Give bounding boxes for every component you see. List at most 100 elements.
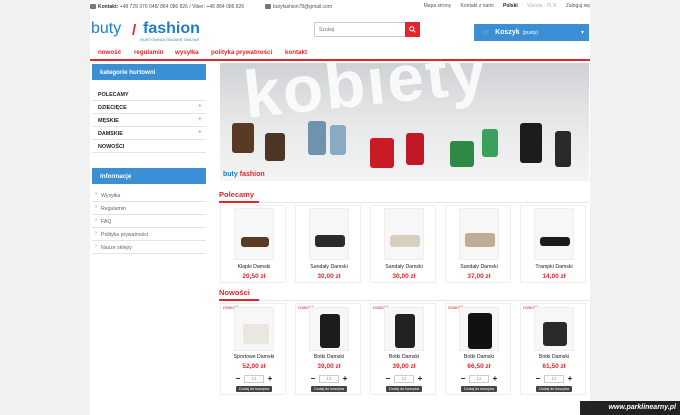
product-name[interactable]: Sandały Damski: [371, 264, 437, 270]
quantity-stepper: −+: [534, 374, 574, 383]
search-button[interactable]: [405, 22, 420, 37]
product-card[interactable]: Trampki Damski 14,00 zł: [520, 205, 586, 283]
product-card[interactable]: nowość Botki Damski 39,00 zł −+ Dodaj do…: [295, 303, 361, 395]
product-card[interactable]: nowość Botki Damski 39,00 zł −+ Dodaj do…: [370, 303, 436, 395]
quantity-input[interactable]: [394, 374, 414, 383]
heel-icon: /: [132, 22, 137, 39]
plus-icon[interactable]: +: [198, 116, 202, 123]
product-name[interactable]: Sandały Damski: [446, 264, 512, 270]
info-item-wysylka[interactable]: Wysyłka: [92, 189, 206, 202]
boot-image: [482, 129, 498, 157]
product-price: 61,50 zł: [542, 363, 566, 370]
product-image[interactable]: [459, 307, 499, 351]
product-name[interactable]: Botki Damski: [296, 354, 362, 360]
product-name[interactable]: Sandały Damski: [296, 264, 362, 270]
info-item-regulamin[interactable]: Regulamin: [92, 202, 206, 215]
product-price: 20,50 zł: [242, 273, 266, 280]
nav-item-polityka[interactable]: polityka prywatności: [211, 49, 272, 56]
product-card[interactable]: nowość Sportowe Damski 52,00 zł −+ Dodaj…: [220, 303, 286, 395]
login-link[interactable]: Zaloguj się: [566, 3, 590, 9]
quantity-input[interactable]: [469, 374, 489, 383]
product-image[interactable]: [309, 208, 349, 260]
add-to-cart-button[interactable]: Dodaj do koszyka: [536, 386, 572, 392]
minus-button[interactable]: −: [234, 374, 242, 383]
top-links: Mapa strony Kontakt z nami Polski Waluta…: [416, 3, 590, 9]
site-logo[interactable]: buty / fashion HURTOWNIA OBUWIE ONLINE: [90, 18, 225, 44]
top-bar: Kontakt: +48 729 376 048/ 884 086 826 / …: [90, 0, 590, 14]
product-image[interactable]: [534, 307, 574, 351]
boot-image: [406, 133, 424, 165]
product-image[interactable]: [384, 208, 424, 260]
nav-item-wysylka[interactable]: wysyłka: [175, 49, 199, 56]
product-card[interactable]: Sandały Damski 30,00 zł: [370, 205, 436, 283]
logo-tagline: HURTOWNIA OBUWIE ONLINE: [140, 38, 200, 42]
info-item-sklepy[interactable]: Nasze sklepy: [92, 241, 206, 254]
search-input[interactable]: [315, 23, 405, 36]
info-item-polityka[interactable]: Polityka prywatności: [92, 228, 206, 241]
minus-button[interactable]: −: [309, 374, 317, 383]
add-to-cart-button[interactable]: Dodaj do koszyka: [236, 386, 272, 392]
plus-button[interactable]: +: [341, 374, 349, 383]
info-item-faq[interactable]: FAQ: [92, 215, 206, 228]
minus-button[interactable]: −: [534, 374, 542, 383]
product-name[interactable]: Trampki Damski: [521, 264, 587, 270]
add-to-cart-button[interactable]: Dodaj do koszyka: [311, 386, 347, 392]
product-image[interactable]: [234, 307, 274, 351]
plus-button[interactable]: +: [491, 374, 499, 383]
product-card[interactable]: nowość Botki Damski 61,50 zł −+ Dodaj do…: [520, 303, 586, 395]
product-image[interactable]: [234, 208, 274, 260]
sitemap-link[interactable]: Mapa strony: [424, 3, 452, 9]
minus-button[interactable]: −: [384, 374, 392, 383]
product-image[interactable]: [459, 208, 499, 260]
boot-image: [330, 125, 346, 155]
category-damskie[interactable]: DAMSKIE +: [92, 127, 206, 140]
add-to-cart-button[interactable]: Dodaj do koszyka: [461, 386, 497, 392]
contact-phones: +48 729 376 048/ 884 086 826 / Viber: +4…: [119, 4, 245, 10]
product-name[interactable]: Botki Damski: [371, 354, 437, 360]
product-price: 52,00 zł: [242, 363, 266, 370]
add-to-cart-button[interactable]: Dodaj do koszyka: [386, 386, 422, 392]
banner-logo-left: buty: [223, 171, 238, 178]
cart-button[interactable]: 🛒 Koszyk (pusty) ▾: [474, 24, 589, 41]
category-meskie[interactable]: MĘSKIE +: [92, 114, 206, 127]
cart-icon: 🛒: [482, 29, 491, 37]
product-name[interactable]: Klapki Damski: [221, 264, 287, 270]
product-price: 30,00 zł: [392, 273, 416, 280]
minus-button[interactable]: −: [459, 374, 467, 383]
nav-item-nowosc[interactable]: nowość: [98, 49, 121, 56]
product-card[interactable]: Klapki Damski 20,50 zł: [220, 205, 286, 283]
email-info[interactable]: butyfashion78@gmail.com: [265, 4, 332, 10]
product-card[interactable]: nowość Botki Damski 66,50 zł −+ Dodaj do…: [445, 303, 511, 395]
plus-button[interactable]: +: [266, 374, 274, 383]
plus-icon[interactable]: +: [198, 129, 202, 136]
contact-link[interactable]: Kontakt z nami: [461, 3, 494, 9]
search-icon: [409, 26, 416, 33]
product-name[interactable]: Botki Damski: [521, 354, 587, 360]
product-image[interactable]: [534, 208, 574, 260]
boot-image: [265, 133, 285, 161]
plus-button[interactable]: +: [416, 374, 424, 383]
product-image[interactable]: [384, 307, 424, 351]
quantity-input[interactable]: [544, 374, 564, 383]
phone-icon: [90, 4, 96, 10]
category-polecamy[interactable]: POLECAMY: [92, 88, 206, 101]
hero-banner[interactable]: kobiety buty fashion: [220, 63, 589, 181]
category-dzieciece[interactable]: DZIECIĘCE +: [92, 101, 206, 114]
section-divider: [219, 201, 589, 203]
quantity-input[interactable]: [319, 374, 339, 383]
nav-item-kontakt[interactable]: kontakt: [285, 49, 307, 56]
quantity-input[interactable]: [244, 374, 264, 383]
nav-item-regulamin[interactable]: regulamin: [134, 49, 164, 56]
email-link[interactable]: butyfashion78@gmail.com: [273, 4, 332, 10]
product-card[interactable]: Sandały Damski 37,00 zł: [445, 205, 511, 283]
product-card[interactable]: Sandały Damski 30,00 zł: [295, 205, 361, 283]
product-price: 14,00 zł: [542, 273, 566, 280]
plus-icon[interactable]: +: [198, 103, 202, 110]
product-name[interactable]: Sportowe Damski: [221, 354, 287, 360]
product-name[interactable]: Botki Damski: [446, 354, 512, 360]
category-nowosci[interactable]: NOWOŚCI: [92, 140, 206, 153]
product-image[interactable]: [309, 307, 349, 351]
currency-select[interactable]: Waluta : PLN: [527, 3, 556, 9]
plus-button[interactable]: +: [566, 374, 574, 383]
language-select[interactable]: Polski: [503, 3, 518, 9]
